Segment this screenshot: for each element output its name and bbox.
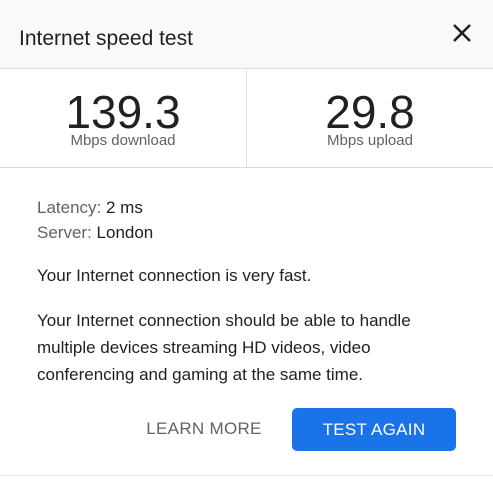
speed-test-dialog: Internet speed test 139.3 Mbps download … — [0, 0, 493, 482]
latency-label: Latency: — [37, 198, 102, 217]
upload-label: Mbps upload — [327, 132, 413, 149]
upload-value: 29.8 — [325, 86, 415, 138]
download-value: 139.3 — [65, 86, 181, 138]
speed-detail: Your Internet connection should be able … — [37, 311, 411, 384]
learn-more-button[interactable]: LEARN MORE — [138, 408, 270, 450]
speed-metrics: 139.3 Mbps download 29.8 Mbps upload — [0, 69, 493, 168]
latency-value: 2 ms — [106, 198, 143, 217]
server-row: Server: London — [37, 220, 467, 245]
speed-summary: Your Internet connection is very fast. — [37, 266, 312, 285]
test-again-button[interactable]: TEST AGAIN — [292, 408, 456, 451]
close-icon — [453, 24, 471, 42]
connection-details: Latency: 2 ms Server: London — [37, 195, 467, 245]
dialog-title: Internet speed test — [19, 27, 193, 50]
download-metric: 139.3 Mbps download — [0, 69, 247, 167]
footer-divider — [0, 475, 493, 476]
download-label: Mbps download — [70, 132, 176, 149]
dialog-header: Internet speed test — [0, 0, 493, 69]
close-button[interactable] — [447, 18, 477, 48]
upload-metric: 29.8 Mbps upload — [247, 69, 493, 167]
latency-row: Latency: 2 ms — [37, 195, 467, 220]
server-label: Server: — [37, 223, 92, 242]
server-value: London — [96, 223, 154, 242]
